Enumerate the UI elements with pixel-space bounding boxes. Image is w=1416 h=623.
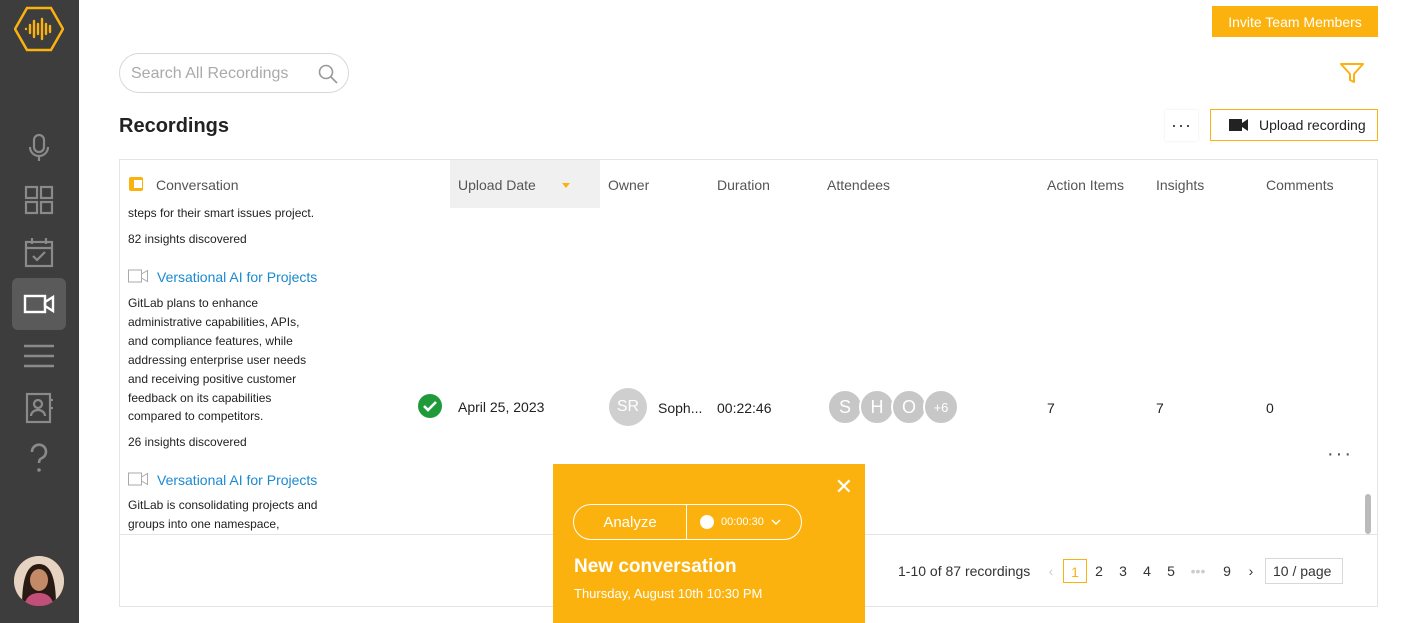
- attendee-avatar[interactable]: S: [827, 389, 863, 425]
- column-action-items[interactable]: Action Items: [1047, 160, 1124, 208]
- page-title: Recordings: [119, 115, 230, 137]
- owner-name: Soph...: [658, 400, 703, 416]
- avatar[interactable]: [14, 556, 64, 606]
- row-more-button[interactable]: ···: [1327, 443, 1353, 466]
- video-camera-icon: [23, 294, 55, 314]
- select-all-checkbox[interactable]: [129, 177, 143, 191]
- summary-text: GitLab plans to enhance administrative c…: [128, 294, 328, 426]
- summary-line: GitLab is consolidating projects and: [128, 498, 318, 512]
- microphone-icon: [28, 133, 50, 161]
- summary-line: compared to competitors.: [128, 409, 264, 423]
- owner-avatar: SR: [609, 388, 647, 426]
- list-icon: [24, 344, 54, 368]
- pagination-next[interactable]: ›: [1239, 559, 1263, 583]
- summary-line: administrative capabilities, APIs,: [128, 315, 300, 329]
- upload-recording-label: Upload recording: [1259, 117, 1366, 133]
- analyze-button[interactable]: Analyze: [574, 505, 687, 539]
- popup-date: Thursday, August 10th 10:30 PM: [574, 586, 763, 601]
- nav-grid[interactable]: [12, 174, 66, 226]
- summary-line: and receiving positive customer: [128, 372, 297, 386]
- contacts-icon: [25, 392, 53, 424]
- pagination-ellipsis[interactable]: •••: [1186, 559, 1210, 583]
- pagination-prev[interactable]: ‹: [1039, 559, 1063, 583]
- comments-count: 0: [1266, 400, 1274, 416]
- help-icon: [30, 443, 48, 472]
- pagination-page-5[interactable]: 5: [1159, 559, 1183, 583]
- summary-line: GitLab plans to enhance: [128, 296, 259, 310]
- column-duration[interactable]: Duration: [717, 160, 770, 208]
- more-options-button[interactable]: ···: [1165, 110, 1198, 141]
- grid-icon: [24, 185, 54, 215]
- nav-help[interactable]: [12, 432, 66, 484]
- search-box[interactable]: [119, 53, 349, 93]
- timer-dropdown[interactable]: 00:00:30: [687, 505, 801, 539]
- video-camera-icon: [128, 269, 148, 283]
- column-owner[interactable]: Owner: [608, 160, 649, 208]
- analyze-control: Analyze 00:00:30: [573, 504, 802, 540]
- insights-count: 7: [1156, 400, 1164, 416]
- insights-discovered: 26 insights discovered: [128, 435, 247, 449]
- summary-text: steps for their smart issues project.: [128, 206, 315, 220]
- search-input[interactable]: [131, 63, 311, 85]
- calendar-check-icon: [24, 238, 54, 268]
- pagination-page-9[interactable]: 9: [1215, 559, 1239, 583]
- check-circle-icon: [418, 394, 442, 418]
- pagination-page-1[interactable]: 1: [1063, 559, 1087, 583]
- new-conversation-popup: ✕ Analyze 00:00:30 New conversation Thur…: [553, 464, 865, 623]
- summary-line: feedback on its capabilities: [128, 391, 272, 405]
- table-header: Conversation Upload Date Owner Duration …: [120, 160, 1377, 208]
- filter-icon[interactable]: [1340, 62, 1364, 84]
- column-insights[interactable]: Insights: [1156, 160, 1204, 208]
- summary-line: and compliance features, while: [128, 334, 293, 348]
- summary-line: addressing enterprise user needs: [128, 353, 307, 367]
- pagination-page-3[interactable]: 3: [1111, 559, 1135, 583]
- column-upload-date[interactable]: Upload Date: [450, 160, 600, 208]
- invite-team-members-button[interactable]: Invite Team Members: [1212, 6, 1378, 37]
- conversation-title-link[interactable]: Versational AI for Projects: [157, 269, 317, 285]
- attendee-avatar[interactable]: H: [859, 389, 895, 425]
- pagination-summary: 1-10 of 87 recordings: [898, 563, 1031, 579]
- conversation-title-link[interactable]: Versational AI for Projects: [157, 472, 317, 488]
- chevron-down-icon: [771, 519, 781, 525]
- upload-recording-button[interactable]: Upload recording: [1210, 109, 1378, 141]
- table-scrollbar[interactable]: [1365, 494, 1371, 534]
- column-comments[interactable]: Comments: [1266, 160, 1334, 208]
- waveform-logo-icon[interactable]: [13, 6, 65, 52]
- column-attendees[interactable]: Attendees: [827, 160, 890, 208]
- nav-list[interactable]: [12, 330, 66, 382]
- page-size-select[interactable]: 10 / page: [1265, 558, 1343, 584]
- attendees-more[interactable]: +6: [923, 389, 959, 425]
- nav-calendar[interactable]: [12, 226, 66, 278]
- nav-microphone[interactable]: [12, 122, 66, 174]
- video-camera-icon: [128, 472, 148, 486]
- insights-discovered: 82 insights discovered: [128, 232, 247, 246]
- nav-recordings[interactable]: [12, 278, 66, 330]
- summary-text: GitLab is consolidating projects and gro…: [128, 496, 328, 534]
- duration: 00:22:46: [717, 400, 772, 416]
- sort-desc-icon[interactable]: [562, 183, 570, 188]
- column-upload-date-label: Upload Date: [458, 177, 536, 193]
- video-camera-icon: [1229, 119, 1248, 131]
- action-items-count: 7: [1047, 400, 1055, 416]
- popup-title: New conversation: [574, 556, 737, 577]
- upload-date: April 25, 2023: [458, 399, 545, 415]
- pagination-page-4[interactable]: 4: [1135, 559, 1159, 583]
- pagination-page-2[interactable]: 2: [1087, 559, 1111, 583]
- record-dot-icon: [700, 515, 714, 529]
- summary-line: groups into one namespace,: [128, 517, 280, 531]
- nav-contacts[interactable]: [12, 382, 66, 434]
- main-content: Invite Team Members Recordings ··· Uploa…: [79, 0, 1416, 623]
- close-icon[interactable]: ✕: [835, 474, 853, 500]
- sidebar: [0, 0, 79, 623]
- column-conversation[interactable]: Conversation: [156, 160, 239, 208]
- attendee-avatar[interactable]: O: [891, 389, 927, 425]
- search-icon[interactable]: [318, 64, 338, 84]
- timer-value: 00:00:30: [721, 516, 764, 528]
